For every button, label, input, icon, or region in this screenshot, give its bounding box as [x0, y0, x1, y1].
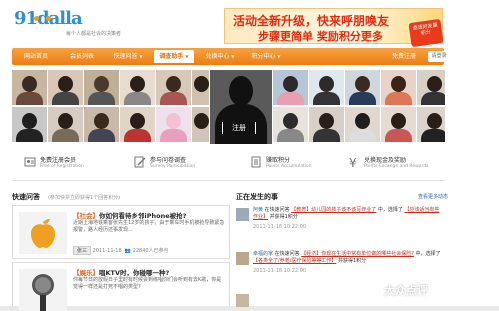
feature-title: 参与问卷调查 — [150, 157, 187, 164]
activity-item: 阿黄 在快速问答 【教育】幼儿园的孩子该不该写作业了 中，选择了 【应该适当有些… — [236, 205, 446, 235]
user-card-icon — [24, 157, 36, 167]
microphone-icon — [19, 269, 67, 311]
member-avatar[interactable] — [273, 70, 308, 105]
site-slogan: 每个人都是社会的决策者 — [66, 31, 122, 37]
activity-time: 2011-11-18 10:22:00 — [253, 268, 307, 274]
member-avatar[interactable] — [120, 70, 155, 105]
chevron-down-icon: ▼ — [277, 54, 281, 59]
nav-item-survey[interactable]: 调查助手 ▼ — [154, 50, 194, 63]
main-nav: 网站首页 会员列表 快速问答 ▼ 调查助手 ▼ 兑换中心 ▼ 积分中心 ▼ 免费… — [12, 48, 450, 65]
qa-count: 22840人已参与 — [132, 248, 169, 254]
nav-item-members[interactable]: 会员列表 — [62, 51, 102, 62]
qa-description: 你每节日的放假日子里时有时候会到练唱你们会听到有去K歌，你是觉得一样还是打死不唱… — [73, 277, 222, 290]
member-avatar[interactable] — [12, 70, 47, 105]
nav-item-points[interactable]: 积分中心 ▼ — [246, 51, 286, 62]
qa-question: 【社会】你如何看待乡邻iPhone被抢? — [73, 212, 187, 220]
avatar[interactable] — [236, 294, 249, 307]
more-activity-link[interactable]: 查看更多动态 — [418, 193, 448, 200]
activity-text: 幸福的家 在快速问答 【经济】你现在生活中常有单位做的哪些社会保险? 中，选择了… — [253, 251, 441, 264]
qa-card[interactable]: 【娱乐】唱KTV时，你碰哪一种? 你每节日的放假日子里时有时候会到练唱你们会听到… — [12, 262, 230, 311]
yen-icon: ¥ — [349, 156, 357, 168]
page: 91dalla 每个人都是社会的决策者 活动全新升级，快来呼朋唤友 步骤更简单 … — [0, 0, 499, 311]
banner-line1: 活动全新升级，快来呼朋唤友 — [233, 14, 390, 28]
activity-text: 阿黄 在快速问答 【教育】幼儿园的孩子该不该写作业了 中，选择了 【应该适当有些… — [253, 207, 440, 220]
activity-title: 正在发生的事 — [236, 193, 278, 201]
site-header: 91dalla 每个人都是社会的决策者 活动全新升级，快来呼朋唤友 步骤更简单 … — [0, 0, 499, 48]
people-icon: 👥 — [124, 248, 132, 254]
register-label[interactable]: 注册 — [222, 122, 256, 134]
member-avatar[interactable] — [417, 107, 445, 142]
watermark: 大众点评 — [384, 284, 428, 297]
chevron-down-icon: ▼ — [185, 54, 189, 59]
banner-line2: 步骤更简单 奖励积分更多 — [258, 30, 383, 43]
banner-badge: 邀请好友赢积分 — [408, 18, 444, 48]
quick-qa-subtitle: (参加快票立即获得1个回答积分) — [48, 195, 121, 201]
register-link[interactable]: 免费注册 — [392, 51, 416, 62]
pencil-paper-icon — [134, 156, 146, 168]
document-icon — [251, 156, 261, 168]
silhouette-head — [229, 76, 253, 106]
member-avatar[interactable] — [345, 70, 380, 105]
member-avatar[interactable] — [12, 107, 47, 142]
member-avatar-wall: 注册 — [12, 70, 445, 144]
member-avatar[interactable] — [309, 70, 344, 105]
feature-subtitle: Survey Participation — [150, 164, 196, 169]
site-logo[interactable]: 91dalla — [14, 8, 83, 34]
activity-item: 幸福的家 在快速问答 【经济】你现在生活中常有单位做的哪些社会保险? 中，选择了… — [236, 249, 446, 279]
apple-logo-icon — [19, 212, 67, 254]
quick-qa-title: 快速问答 — [12, 193, 40, 201]
qa-card[interactable]: 【社会】你如何看待乡邻iPhone被抢? 近期上海地铁乘客张先生12岁的孩子，由… — [12, 205, 230, 259]
feature-strip: 免费注册会员 Free of Registration 参与问卷调查 Surve… — [12, 152, 445, 176]
member-avatar[interactable] — [120, 107, 155, 142]
member-avatar[interactable] — [84, 70, 119, 105]
member-avatar[interactable] — [309, 107, 344, 142]
activity-time: 2011-11-18 10:22:00 — [253, 224, 307, 230]
nav-item-exchange[interactable]: 兑换中心 ▼ — [200, 51, 240, 62]
feature-title: 赚取积分 — [266, 157, 291, 164]
member-avatar[interactable] — [417, 70, 445, 105]
qa-meta: 张三 2011-11-18 👥 22840人已参与 — [73, 246, 169, 255]
login-button[interactable]: 请登录 — [428, 51, 450, 62]
member-avatar[interactable] — [156, 70, 191, 105]
member-avatar[interactable] — [48, 107, 83, 142]
member-avatar[interactable] — [381, 107, 416, 142]
feature-subtitle: Points Accumulation — [266, 164, 312, 169]
member-avatar[interactable] — [345, 107, 380, 142]
logo-dot-icon — [46, 16, 51, 21]
feature-subtitle: Free of Registration — [40, 164, 84, 169]
chevron-down-icon: ▼ — [139, 54, 143, 59]
nav-item-home[interactable]: 网站首页 — [18, 51, 54, 62]
promo-banner[interactable]: 活动全新升级，快来呼朋唤友 步骤更简单 奖励积分更多 邀请好友赢积分 — [224, 8, 444, 48]
qa-time: 2011-11-18 — [92, 248, 122, 254]
qa-user-button[interactable]: 张三 — [73, 246, 92, 255]
logo-dot-icon — [34, 16, 39, 21]
member-avatar[interactable] — [381, 70, 416, 105]
member-avatar[interactable] — [48, 70, 83, 105]
member-avatar[interactable] — [156, 107, 191, 142]
register-silhouette[interactable]: 注册 — [210, 70, 272, 144]
feature-title: 免费注册会员 — [40, 157, 77, 164]
qa-question: 【娱乐】唱KTV时，你碰哪一种? — [73, 269, 170, 277]
avatar[interactable] — [236, 252, 249, 265]
avatar[interactable] — [236, 208, 249, 221]
feature-subtitle: Points Excange and Rewards — [364, 164, 429, 169]
member-avatar[interactable] — [192, 107, 209, 142]
member-avatar[interactable] — [192, 70, 209, 105]
member-avatar[interactable] — [84, 107, 119, 142]
svg-text:¥: ¥ — [349, 156, 357, 168]
nav-item-quick-qa[interactable]: 快速问答 ▼ — [108, 51, 148, 62]
divider — [12, 180, 445, 181]
chevron-down-icon: ▼ — [231, 54, 235, 59]
feature-title: 兑换现金及奖励 — [364, 157, 407, 164]
qa-description: 近期上海地铁乘客张先生12岁的孩子，由于乘车时手机被抢导致紧急报警，路人经历还事… — [73, 220, 225, 233]
member-avatar[interactable] — [273, 107, 308, 142]
